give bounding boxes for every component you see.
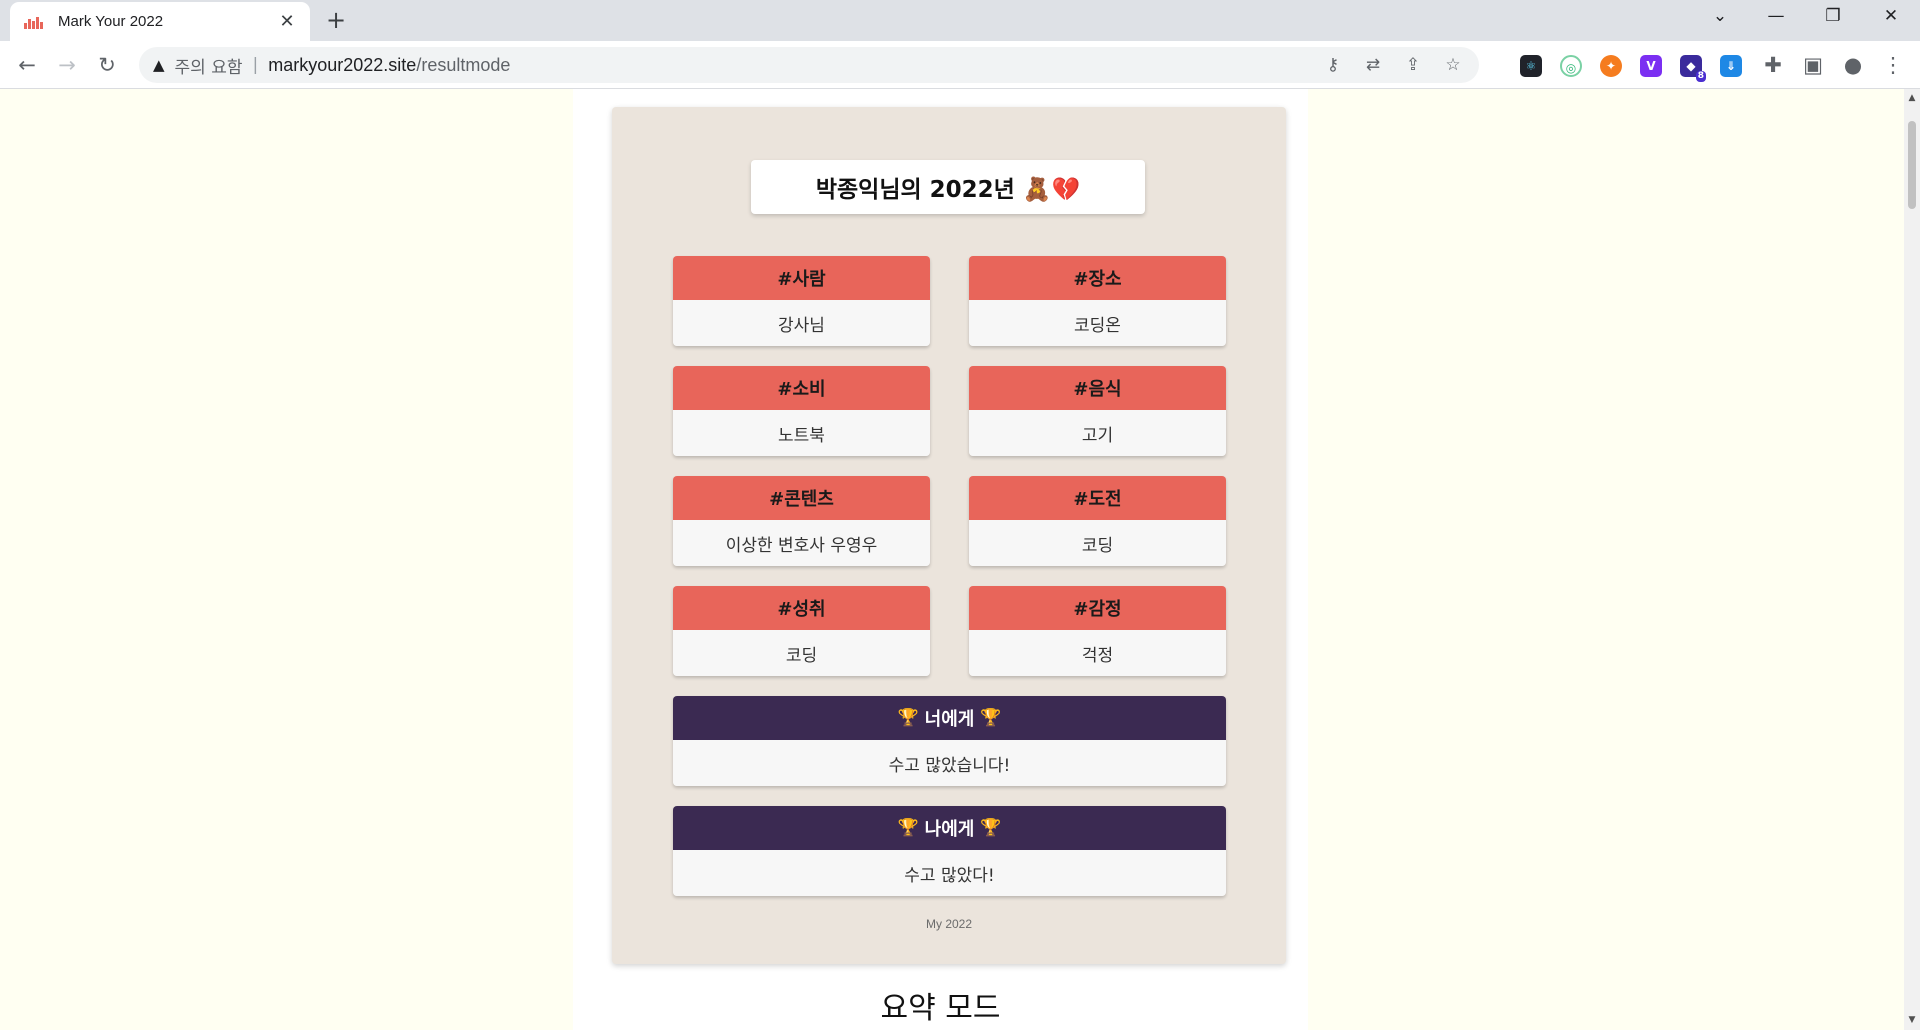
browser-toolbar: ← → ↻ ▲ 주의 요함 | markyour2022.site /resul…	[0, 41, 1920, 89]
tag-label: #성취	[673, 586, 930, 630]
profile-icon[interactable]: ●	[1838, 50, 1868, 80]
tag-label: #도전	[969, 476, 1226, 520]
vue-extension-icon[interactable]: V	[1640, 55, 1662, 77]
tag-value: 코딩온	[969, 300, 1226, 346]
graduation-extension-icon[interactable]: ◆ 8	[1680, 55, 1706, 82]
tag-label: #음식	[969, 366, 1226, 410]
star-icon[interactable]: ☆	[1441, 55, 1465, 75]
message-to-me: 🏆 나에게 🏆 수고 많았다!	[673, 806, 1226, 896]
trophy-icon: 🏆	[897, 818, 919, 838]
tag-card-achievement: #성취 코딩	[673, 586, 930, 676]
result-card: 박종익님의 2022년 🧸💔 #사람 강사님 #장소 코딩온 #소비 노트북 #…	[612, 107, 1286, 964]
minimize-icon[interactable]: —	[1761, 6, 1791, 26]
close-tab-icon[interactable]: ✕	[276, 11, 298, 32]
translate-icon[interactable]: ⇄	[1361, 55, 1385, 75]
tag-label: #장소	[969, 256, 1226, 300]
react-devtools-extension-icon[interactable]: ⚛	[1520, 55, 1542, 77]
scroll-down-icon[interactable]: ▼	[1904, 1015, 1920, 1025]
card-footer: My 2022	[925, 917, 973, 931]
restore-icon[interactable]: ❐	[1818, 6, 1848, 26]
close-window-icon[interactable]: ✕	[1876, 6, 1906, 26]
message-to-me-text: 수고 많았다!	[673, 850, 1226, 896]
site-favicon-icon	[24, 15, 44, 29]
tag-value: 걱정	[969, 630, 1226, 676]
circle-extension-icon[interactable]: ◎	[1560, 55, 1582, 77]
message-to-you: 🏆 너에게 🏆 수고 많았습니다!	[673, 696, 1226, 786]
trophy-icon: 🏆	[980, 708, 1002, 728]
scroll-thumb[interactable]	[1908, 121, 1916, 209]
share-icon[interactable]: ⇪	[1401, 55, 1425, 75]
extension-badge: 8	[1695, 71, 1706, 82]
tag-card-spending: #소비 노트북	[673, 366, 930, 456]
browser-tab[interactable]: Mark Your 2022 ✕	[10, 2, 310, 41]
forward-icon[interactable]: →	[52, 50, 82, 80]
summary-mode-heading: 요약 모드	[880, 991, 1001, 1026]
tag-label: #소비	[673, 366, 930, 410]
url-path[interactable]: /resultmode	[416, 55, 510, 76]
tab-search-chevron-icon[interactable]: ⌄	[1705, 6, 1735, 26]
tag-card-place: #장소 코딩온	[969, 256, 1226, 346]
reload-icon[interactable]: ↻	[92, 50, 122, 80]
tag-label: #감정	[969, 586, 1226, 630]
extensions-icon[interactable]: ✚	[1758, 50, 1788, 80]
address-bar[interactable]: ▲ 주의 요함 | markyour2022.site /resultmode …	[139, 47, 1479, 83]
message-to-you-header: 🏆 너에게 🏆	[673, 696, 1226, 740]
tag-value: 코딩	[969, 520, 1226, 566]
tag-value: 고기	[969, 410, 1226, 456]
message-to-me-header: 🏆 나에게 🏆	[673, 806, 1226, 850]
key-icon[interactable]: ⚷	[1321, 55, 1345, 75]
new-tab-button[interactable]: +	[322, 8, 350, 32]
tag-card-food: #음식 고기	[969, 366, 1226, 456]
orange-extension-icon[interactable]: ✦	[1600, 55, 1622, 77]
message-to-me-label: 나에게	[924, 819, 975, 840]
side-panel-icon[interactable]: ▣	[1798, 50, 1828, 80]
trophy-icon: 🏆	[980, 818, 1002, 838]
message-to-you-label: 너에게	[924, 709, 975, 730]
card-title-box: 박종익님의 2022년 🧸💔	[751, 160, 1145, 214]
tag-value: 강사님	[673, 300, 930, 346]
menu-icon[interactable]: ⋮	[1878, 50, 1908, 80]
url-separator: |	[252, 55, 259, 75]
tag-value: 코딩	[673, 630, 930, 676]
tag-value: 노트북	[673, 410, 930, 456]
warning-icon[interactable]: ▲	[153, 56, 165, 74]
download-extension-icon[interactable]: ⇓	[1720, 55, 1742, 77]
back-icon[interactable]: ←	[12, 50, 42, 80]
tag-card-challenge: #도전 코딩	[969, 476, 1226, 566]
security-warning[interactable]: 주의 요함	[175, 53, 243, 78]
message-to-you-text: 수고 많았습니다!	[673, 740, 1226, 786]
tab-title: Mark Your 2022	[58, 13, 164, 30]
tag-card-contents: #콘텐츠 이상한 변호사 우영우	[673, 476, 930, 566]
card-title: 박종익님의 2022년 🧸💔	[815, 177, 1081, 203]
scroll-up-icon[interactable]: ▲	[1904, 93, 1920, 103]
url-host[interactable]: markyour2022.site	[268, 55, 416, 76]
tag-card-emotion: #감정 걱정	[969, 586, 1226, 676]
page-scrollbar[interactable]: ▲ ▼	[1904, 89, 1920, 1030]
trophy-icon: 🏆	[897, 708, 919, 728]
tag-card-person: #사람 강사님	[673, 256, 930, 346]
tag-label: #콘텐츠	[673, 476, 930, 520]
tag-value: 이상한 변호사 우영우	[673, 520, 930, 566]
tab-strip: Mark Your 2022 ✕ + ⌄ — ❐ ✕	[0, 0, 1920, 41]
tag-label: #사람	[673, 256, 930, 300]
